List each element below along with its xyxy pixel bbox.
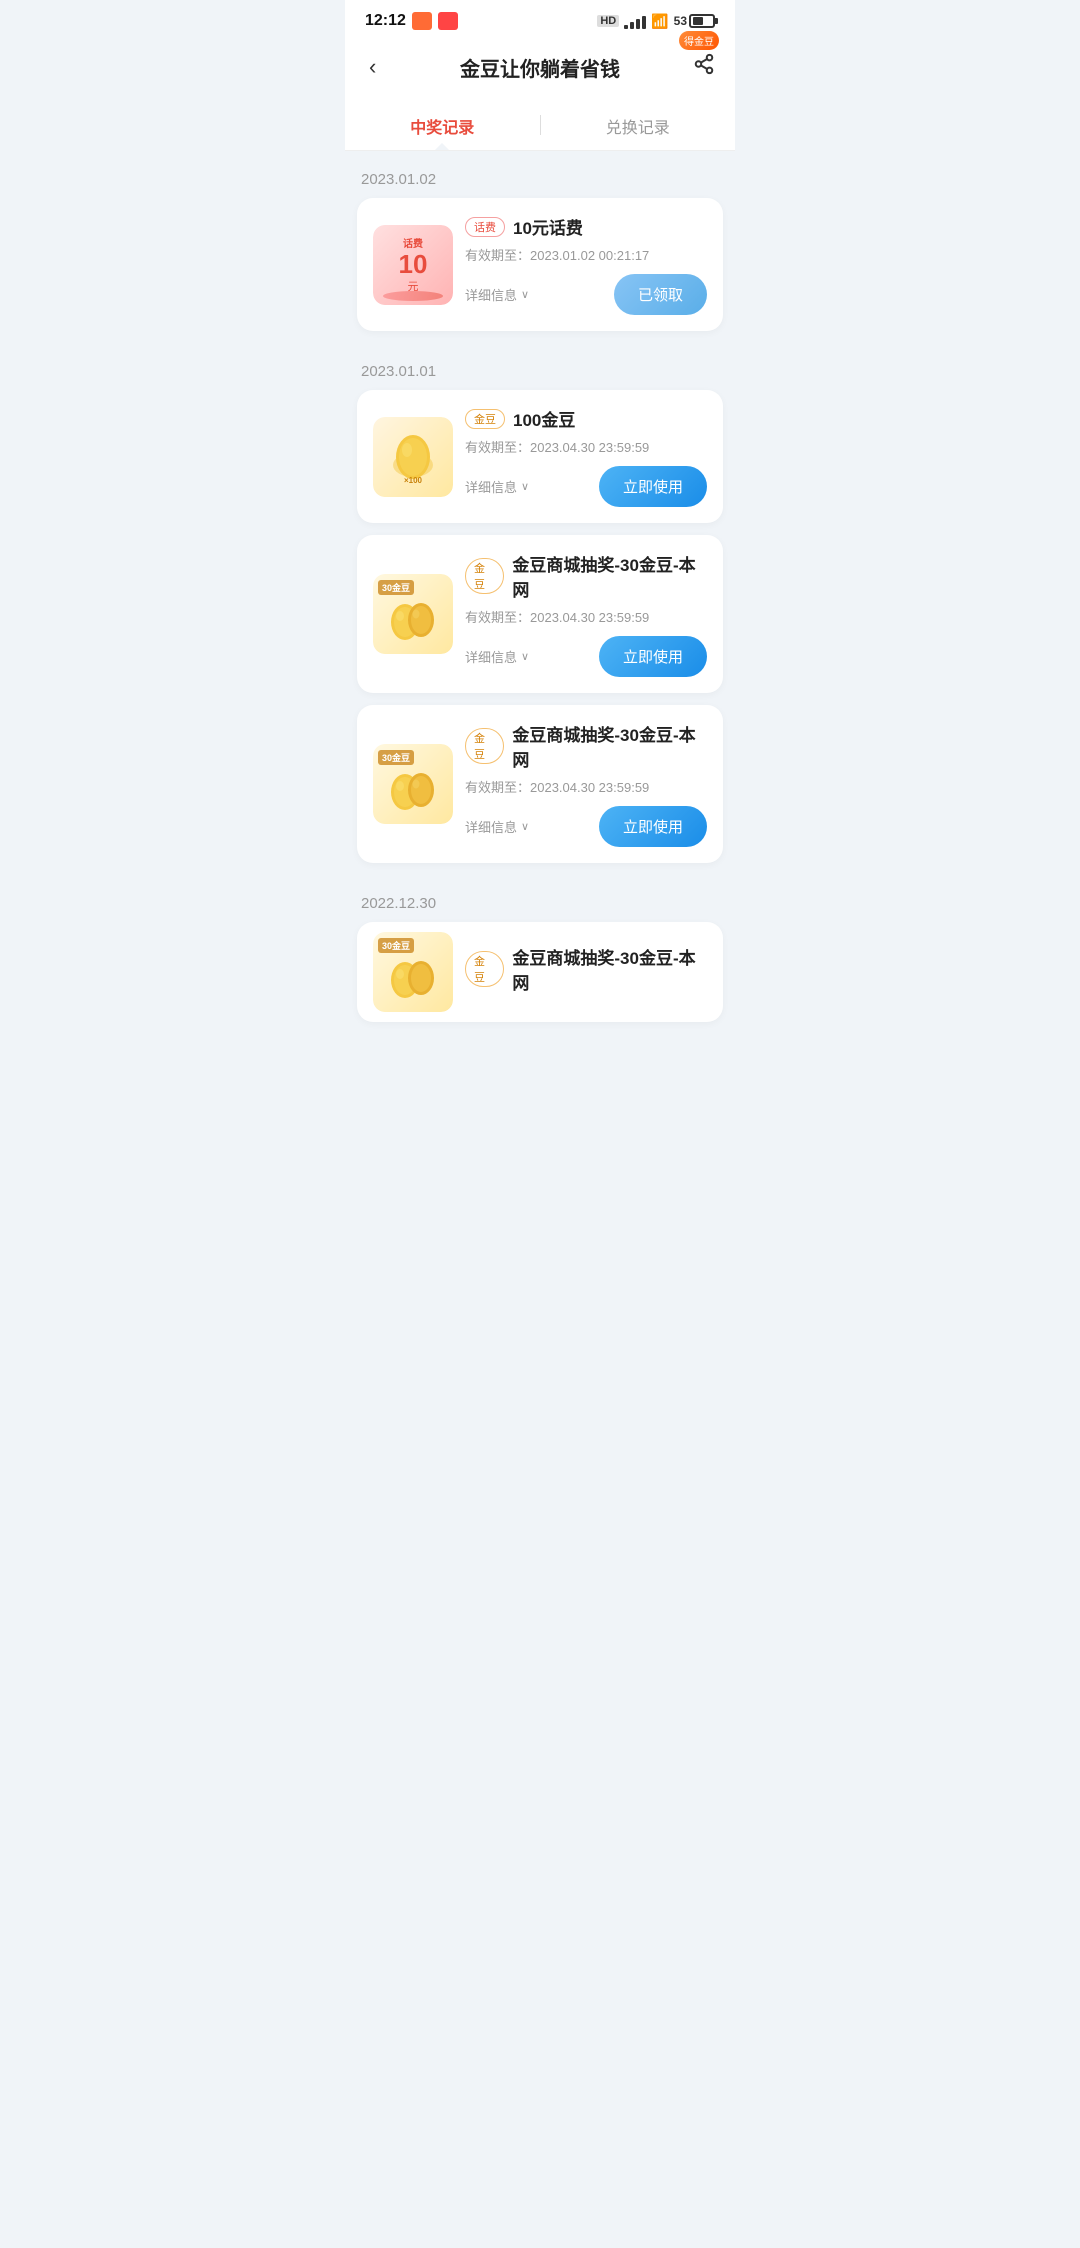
tab-exchange-records[interactable]: 兑换记录 — [541, 100, 736, 150]
status-time: 12:12 — [365, 12, 406, 30]
type-badge-gold-3: 金豆 — [465, 558, 504, 594]
claimed-button-1[interactable]: 已领取 — [614, 274, 707, 315]
card-validity-4: 有效期至：2023.04.30 23:59:59 — [465, 777, 707, 796]
card-footer-2: 详细信息 立即使用 — [465, 466, 707, 507]
gold-bean-svg-100: ×100 — [383, 427, 443, 487]
card-info-3: 金豆 金豆商城抽奖-30金豆-本网 有效期至：2023.04.30 23:59:… — [465, 551, 707, 677]
bean-count-label-5: 30金豆 — [378, 938, 414, 953]
bean-count-label-3: 30金豆 — [378, 580, 414, 595]
card-type-row-4: 金豆 金豆商城抽奖-30金豆-本网 — [465, 721, 707, 771]
app-icon-1 — [412, 12, 432, 30]
gold-beans-30-image-3: 30金豆 — [373, 574, 453, 654]
card-title-2: 100金豆 — [513, 406, 575, 431]
gold-beans-30-image-4: 30金豆 — [373, 744, 453, 824]
card-image-3: 30金豆 — [373, 574, 453, 654]
card-type-row-3: 金豆 金豆商城抽奖-30金豆-本网 — [465, 551, 707, 601]
prize-card-3: 30金豆 金豆 金豆商城抽奖-30金豆-本网 有效期至：2023.04.30 2… — [357, 535, 723, 693]
card-info-5: 金豆 金豆商城抽奖-30金豆-本网 — [465, 944, 707, 1000]
card-type-row-5: 金豆 金豆商城抽奖-30金豆-本网 — [465, 944, 707, 994]
use-button-4[interactable]: 立即使用 — [599, 806, 707, 847]
app-icon-2 — [438, 12, 458, 30]
gold-beans-100-image: ×100 — [373, 417, 453, 497]
battery-percent: 53 — [674, 14, 687, 28]
prize-card-4: 30金豆 金豆 金豆商城抽奖-30金豆-本网 有效期至：2023.04.30 2… — [357, 705, 723, 863]
prize-card-1: 话费 10 元 话费 10元话费 有效期至：2023.01.02 00:21:1… — [357, 198, 723, 331]
card-type-row-2: 金豆 100金豆 — [465, 406, 707, 431]
card-footer-3: 详细信息 立即使用 — [465, 636, 707, 677]
type-badge-gold-2: 金豆 — [465, 409, 505, 429]
date-section-3: 2022.12.30 — [345, 875, 735, 922]
status-bar: 12:12 HD 📶 53 — [345, 0, 735, 36]
type-badge-gold-5: 金豆 — [465, 951, 504, 987]
date-label-3: 2022.12.30 — [361, 895, 436, 912]
get-bean-badge[interactable]: 得金豆 — [679, 31, 719, 50]
card-footer-1: 详细信息 已领取 — [465, 274, 707, 315]
wifi-icon: 📶 — [651, 13, 668, 30]
prize-card-2: ×100 金豆 100金豆 有效期至：2023.04.30 23:59:59 详… — [357, 390, 723, 523]
card-title-3: 金豆商城抽奖-30金豆-本网 — [512, 551, 707, 601]
phone-recharge-image: 话费 10 元 — [373, 225, 453, 305]
battery-container: 53 — [674, 14, 715, 28]
card-title-5: 金豆商城抽奖-30金豆-本网 — [512, 944, 707, 994]
card-image-2: ×100 — [373, 417, 453, 497]
prize-card-5: 30金豆 金豆 金豆商城抽奖-30金豆-本网 — [357, 922, 723, 1022]
use-button-2[interactable]: 立即使用 — [599, 466, 707, 507]
use-button-3[interactable]: 立即使用 — [599, 636, 707, 677]
date-section-1: 2023.01.02 — [345, 151, 735, 198]
tab-bar: 中奖记录 兑换记录 — [345, 100, 735, 151]
gold-beans-30-image-5: 30金豆 — [373, 932, 453, 1012]
card-type-row-1: 话费 10元话费 — [465, 214, 707, 239]
card-info-2: 金豆 100金豆 有效期至：2023.04.30 23:59:59 详细信息 立… — [465, 406, 707, 507]
card-image-1: 话费 10 元 — [373, 225, 453, 305]
tab-winning-records[interactable]: 中奖记录 — [345, 100, 540, 150]
signal-icon — [624, 13, 646, 29]
header: ‹ 金豆让你躺着省钱 得金豆 — [345, 36, 735, 100]
detail-link-2[interactable]: 详细信息 — [465, 477, 529, 496]
date-section-2: 2023.01.01 — [345, 343, 735, 390]
header-right: 得金豆 — [693, 53, 715, 81]
card-title-1: 10元话费 — [513, 214, 583, 239]
card-image-5: 30金豆 — [373, 932, 453, 1012]
type-badge-phone: 话费 — [465, 217, 505, 237]
status-left: 12:12 — [365, 12, 458, 30]
card-image-4: 30金豆 — [373, 744, 453, 824]
type-badge-gold-4: 金豆 — [465, 728, 504, 764]
card-validity-3: 有效期至：2023.04.30 23:59:59 — [465, 607, 707, 626]
date-label-2: 2023.01.01 — [361, 363, 436, 380]
detail-link-3[interactable]: 详细信息 — [465, 647, 529, 666]
detail-link-4[interactable]: 详细信息 — [465, 817, 529, 836]
card-footer-4: 详细信息 立即使用 — [465, 806, 707, 847]
card-title-4: 金豆商城抽奖-30金豆-本网 — [512, 721, 707, 771]
detail-link-1[interactable]: 详细信息 — [465, 285, 529, 304]
back-button[interactable]: ‹ — [365, 50, 380, 84]
battery-icon — [689, 14, 715, 28]
share-icon[interactable] — [693, 58, 715, 80]
card-validity-1: 有效期至：2023.01.02 00:21:17 — [465, 245, 707, 264]
card-validity-2: 有效期至：2023.04.30 23:59:59 — [465, 437, 707, 456]
card-info-4: 金豆 金豆商城抽奖-30金豆-本网 有效期至：2023.04.30 23:59:… — [465, 721, 707, 847]
bean-count-label-4: 30金豆 — [378, 750, 414, 765]
content-area: 2023.01.02 话费 10 元 话费 10元话费 有效期至：2023.01… — [345, 151, 735, 1054]
svg-text:×100: ×100 — [404, 476, 423, 485]
card-info-1: 话费 10元话费 有效期至：2023.01.02 00:21:17 详细信息 已… — [465, 214, 707, 315]
date-label-1: 2023.01.02 — [361, 171, 436, 188]
page-title: 金豆让你躺着省钱 — [460, 53, 620, 82]
status-right: HD 📶 53 — [597, 13, 715, 30]
hd-badge: HD — [597, 15, 619, 27]
